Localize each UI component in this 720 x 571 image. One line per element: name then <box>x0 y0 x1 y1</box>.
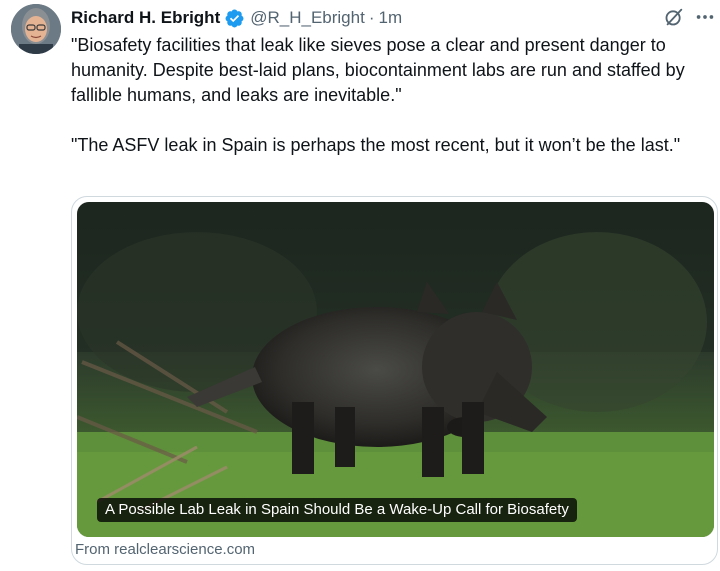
separator-dot: · <box>368 8 375 27</box>
grok-icon[interactable] <box>663 6 685 28</box>
card-image[interactable]: A Possible Lab Leak in Spain Should Be a… <box>77 202 714 537</box>
tweet-text: "Biosafety facilities that leak like sie… <box>71 33 716 158</box>
author-display-name[interactable]: Richard H. Ebright <box>71 8 220 28</box>
link-card[interactable]: A Possible Lab Leak in Spain Should Be a… <box>71 196 718 565</box>
card-title[interactable]: A Possible Lab Leak in Spain Should Be a… <box>97 498 577 522</box>
author-handle[interactable]: @R_H_Ebright <box>250 8 365 28</box>
timestamp[interactable]: 1m <box>379 8 403 28</box>
card-source[interactable]: From realclearscience.com <box>75 541 255 558</box>
author-avatar[interactable] <box>11 4 61 54</box>
more-icon[interactable] <box>694 6 716 28</box>
tweet-paragraph-2: "The ASFV leak in Spain is perhaps the m… <box>71 135 681 155</box>
tweet[interactable]: Richard H. Ebright @R_H_Ebright · 1m "Bi… <box>0 0 720 571</box>
tweet-paragraph-1: "Biosafety facilities that leak like sie… <box>71 35 690 105</box>
verified-badge-icon <box>225 9 244 27</box>
tweet-header: Richard H. Ebright @R_H_Ebright · 1m <box>71 6 710 30</box>
